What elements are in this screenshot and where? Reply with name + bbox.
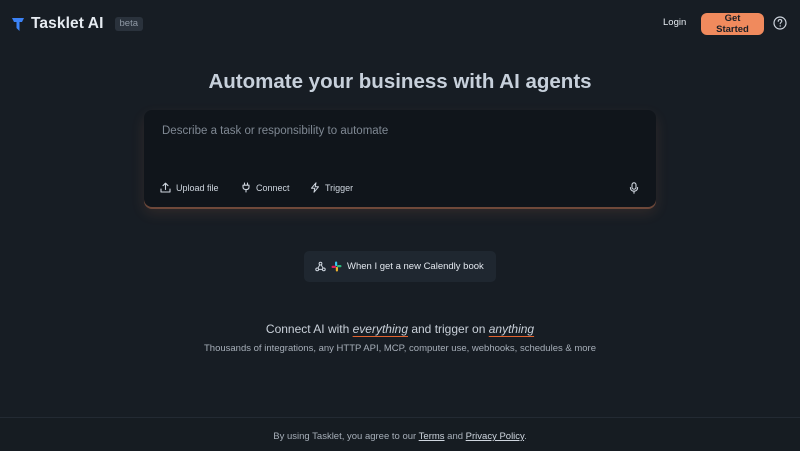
footer-and: and: [444, 431, 466, 442]
upload-file-button[interactable]: Upload file: [160, 182, 219, 193]
login-link[interactable]: Login: [663, 17, 686, 28]
tagline-text-2: and trigger on: [408, 322, 489, 336]
privacy-policy-link[interactable]: Privacy Policy: [466, 431, 524, 442]
trigger-label: Trigger: [325, 182, 354, 193]
tagline-emphasis-anything: anything: [488, 322, 535, 336]
tagline-emphasis-everything: everything: [352, 322, 408, 336]
tagline-text-1: Connect AI with: [265, 322, 353, 336]
suggestion-chip[interactable]: When I get a new Calendly book: [304, 251, 496, 282]
connect-button[interactable]: Connect: [241, 182, 290, 193]
footer-suffix: .: [524, 431, 527, 442]
footer: By using Tasklet, you agree to our Terms…: [0, 417, 800, 451]
slack-icon: [331, 261, 342, 272]
page-title: Automate your business with AI agents: [208, 70, 592, 93]
suggestion-label: When I get a new Calendly book: [347, 261, 484, 272]
help-circle-icon[interactable]: [773, 16, 787, 30]
task-input[interactable]: [160, 124, 630, 138]
beta-badge: beta: [114, 17, 143, 31]
brand-logo[interactable]: Tasklet AI beta: [11, 15, 143, 33]
upload-file-label: Upload file: [176, 182, 219, 193]
top-bar: Tasklet AI beta Login Get Started: [0, 0, 800, 46]
webhook-icon: [315, 261, 326, 272]
trigger-button[interactable]: Trigger: [310, 182, 353, 193]
tasklet-logo-icon: [12, 17, 24, 31]
tagline-subtitle: Thousands of integrations, any HTTP API,…: [204, 343, 596, 354]
get-started-button[interactable]: Get Started: [701, 13, 764, 35]
connect-label: Connect: [256, 182, 290, 193]
tagline: Connect AI with everything and trigger o…: [0, 322, 800, 336]
microphone-icon[interactable]: [629, 182, 639, 194]
plug-icon: [242, 182, 250, 193]
brand-name: Tasklet AI: [31, 15, 104, 32]
lightning-icon: [311, 182, 319, 193]
task-composer: Upload file Connect Trigger: [144, 110, 656, 207]
upload-icon: [160, 182, 171, 193]
footer-prefix: By using Tasklet, you agree to our: [273, 431, 419, 442]
terms-link[interactable]: Terms: [419, 431, 445, 442]
